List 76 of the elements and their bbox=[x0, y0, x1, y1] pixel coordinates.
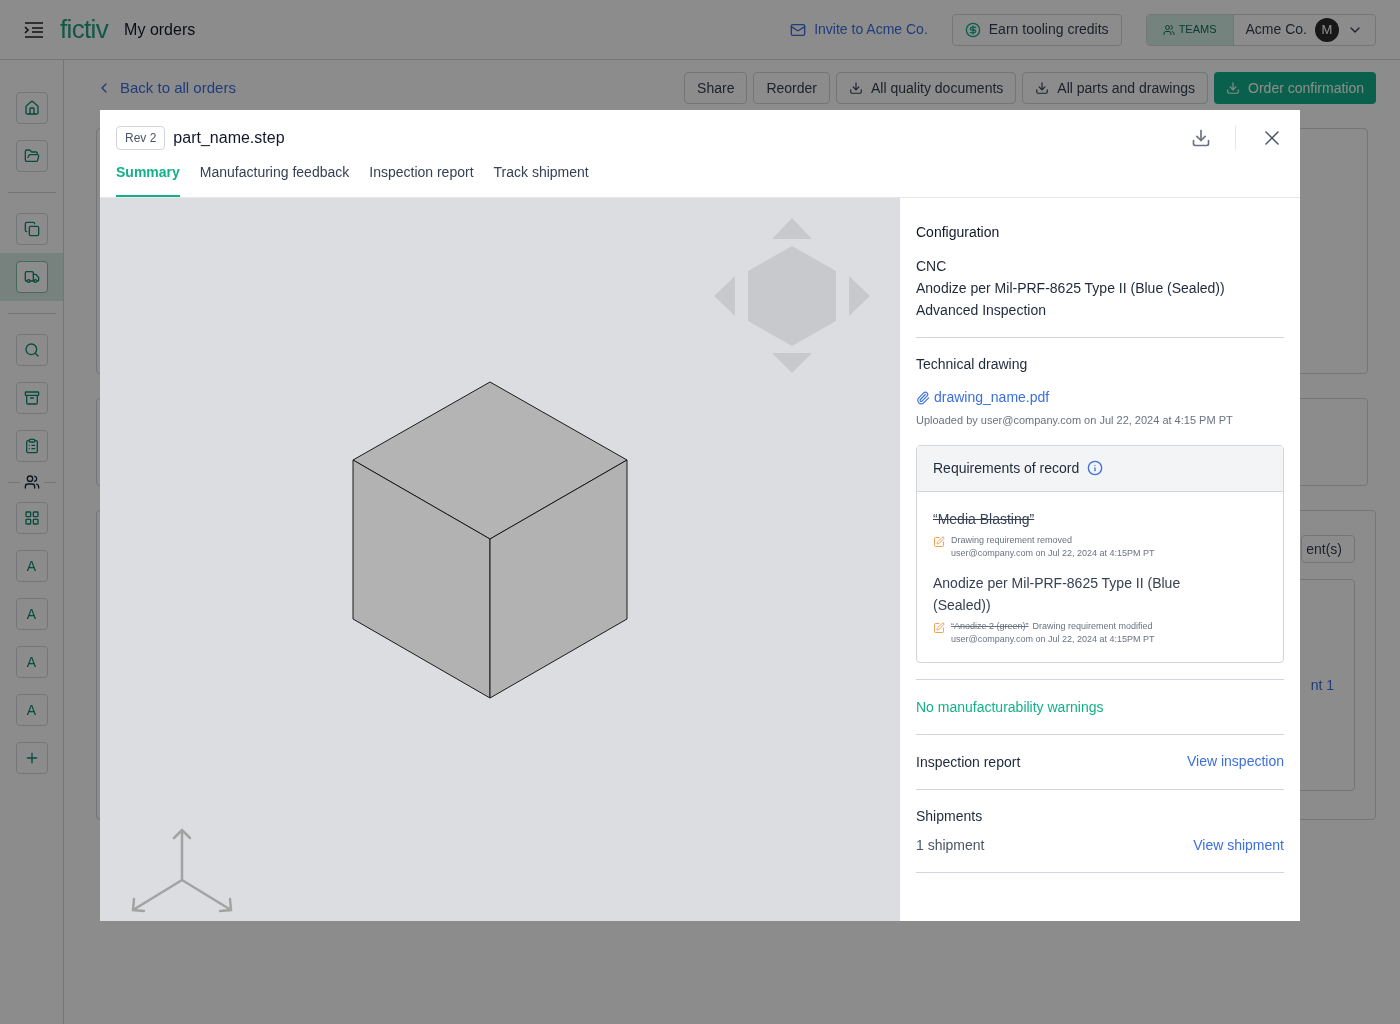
logo[interactable]: fictiv bbox=[60, 10, 109, 49]
section-heading: Configuration bbox=[916, 223, 1001, 242]
file-name: part_name.step bbox=[173, 128, 285, 148]
configuration-line: Anodize per Mil-PRF-8625 Type II (Blue (Sealed)) bbox=[916, 279, 1226, 298]
documents-icon bbox=[23, 221, 40, 237]
team-icon bbox=[23, 474, 40, 490]
truck-button[interactable] bbox=[15, 261, 48, 293]
action-button[interactable]: All parts and drawings bbox=[1022, 72, 1209, 104]
tab[interactable]: Inspection report bbox=[369, 162, 474, 197]
configuration-line: CNC bbox=[916, 257, 948, 276]
change-note: “Anodize 2 (green)” Drawing requirement modified bbox=[951, 619, 1154, 633]
organization-menu[interactable]: Acme Co. M bbox=[1232, 14, 1375, 45]
change-meta: user@company.com on Jul 22, 2024 at 4:15PM PT bbox=[951, 546, 1155, 560]
archive-button[interactable] bbox=[15, 382, 48, 414]
manufacturability-status: No manufacturability warnings bbox=[916, 697, 1105, 717]
documents-button[interactable]: ent(s) bbox=[1301, 535, 1355, 563]
drawing-link[interactable]: drawing_name.pdf bbox=[916, 387, 1284, 408]
workspace-button[interactable]: A bbox=[15, 598, 48, 630]
clipboard-button[interactable] bbox=[15, 430, 48, 462]
edit-icon bbox=[933, 621, 945, 634]
section-heading: Shipments bbox=[916, 806, 984, 826]
avatar: M bbox=[1315, 17, 1339, 42]
add-button[interactable] bbox=[15, 742, 48, 774]
requirement-text: Anodize per Mil-PRF-8625 Type II (Blue (Sealed)) bbox=[933, 573, 1182, 615]
home-button[interactable] bbox=[15, 92, 48, 124]
archive-icon bbox=[23, 390, 40, 406]
change-note: Drawing requirement removed bbox=[951, 533, 1074, 547]
configuration-line: Advanced Inspection bbox=[916, 301, 1047, 320]
dollar-coin-icon bbox=[964, 21, 981, 38]
search-icon bbox=[23, 342, 40, 358]
download-icon bbox=[1035, 81, 1050, 95]
change-meta: user@company.com on Jul 22, 2024 at 4:15PM PT bbox=[951, 632, 1155, 646]
page-title: My orders bbox=[124, 19, 196, 40]
invite-link[interactable]: Invite to Acme Co. bbox=[790, 19, 928, 40]
documents-button[interactable] bbox=[15, 213, 48, 245]
tooling-credits-button[interactable]: Earn tooling credits bbox=[951, 13, 1122, 46]
teams-button[interactable]: TEAMS bbox=[1146, 14, 1233, 45]
paperclip-icon bbox=[916, 390, 930, 405]
revision-badge: Rev 2 bbox=[116, 126, 166, 150]
info-icon[interactable] bbox=[1087, 460, 1104, 476]
grid-button[interactable] bbox=[15, 502, 48, 534]
shipment-count: 1 shipment bbox=[916, 835, 986, 855]
mail-icon bbox=[790, 21, 807, 38]
menu-icon[interactable] bbox=[24, 21, 44, 38]
download-icon bbox=[849, 81, 863, 95]
clipboard-icon bbox=[23, 438, 40, 454]
team-icon bbox=[1162, 23, 1175, 36]
tab[interactable]: Manufacturing feedback bbox=[199, 162, 350, 197]
workspace-button[interactable]: A bbox=[15, 694, 48, 726]
grid-icon bbox=[23, 510, 40, 526]
tab[interactable]: Track shipment bbox=[493, 162, 589, 197]
action-button[interactable]: Reorder bbox=[753, 72, 830, 104]
download-icon bbox=[1226, 81, 1241, 95]
requirements-title: Requirements of record bbox=[933, 458, 1080, 478]
download-icon[interactable] bbox=[1191, 128, 1211, 148]
folder-icon bbox=[23, 148, 40, 164]
truck-icon bbox=[23, 269, 40, 285]
upload-info: Uploaded by user@company.com on Jul 22, 2024 at 4:15 PM PT bbox=[916, 413, 1234, 428]
axes-icon bbox=[130, 827, 235, 915]
part-link[interactable]: nt 1 bbox=[1310, 675, 1334, 695]
action-button[interactable]: All quality documents bbox=[836, 72, 1017, 104]
requirement-text: “Media Blasting” bbox=[933, 509, 1036, 529]
action-button[interactable]: Share bbox=[684, 72, 748, 104]
model-viewer[interactable] bbox=[100, 198, 900, 921]
workspace-button[interactable]: A bbox=[15, 550, 48, 582]
edit-icon bbox=[933, 535, 945, 548]
home-icon bbox=[23, 100, 40, 116]
view-inspection-link[interactable]: View inspection bbox=[1186, 751, 1284, 772]
workspace-button[interactable]: A bbox=[15, 646, 48, 678]
section-heading: Technical drawing bbox=[916, 355, 1029, 374]
section-heading: Inspection report bbox=[916, 752, 1022, 772]
folder-button[interactable] bbox=[15, 140, 48, 172]
search-button[interactable] bbox=[15, 334, 48, 366]
view-shipment-link[interactable]: View shipment bbox=[1193, 834, 1284, 856]
cube-model-drawing[interactable] bbox=[352, 381, 629, 700]
back-link[interactable]: Back to all orders bbox=[96, 76, 236, 100]
